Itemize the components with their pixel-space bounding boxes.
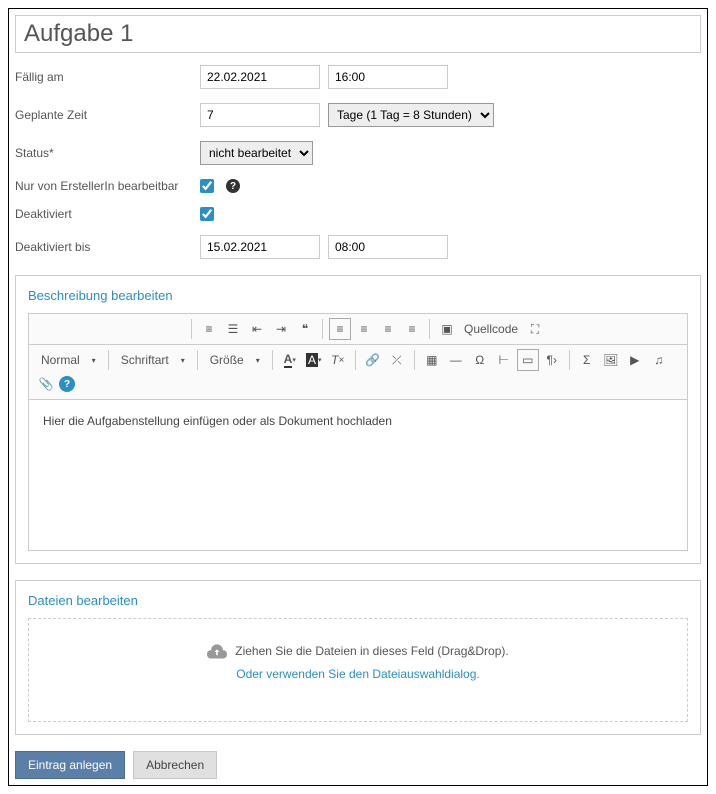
align-left-icon[interactable]: ≡ <box>329 318 351 340</box>
paragraph-format-dropdown[interactable]: Normal▾ <box>35 351 102 369</box>
file-dialog-link[interactable]: Oder verwenden Sie den Dateiauswahldialo… <box>236 667 480 681</box>
page-title: Aufgabe 1 <box>24 20 692 48</box>
status-select[interactable]: nicht bearbeitet <box>200 141 313 165</box>
attachment-icon[interactable]: 📎 <box>35 373 57 395</box>
hr-icon[interactable]: — <box>445 349 467 371</box>
special-char-icon[interactable]: Ω <box>469 349 491 371</box>
title-box: Aufgabe 1 <box>15 15 701 53</box>
audio-icon[interactable]: ♫ <box>648 349 670 371</box>
dropzone-text: Ziehen Sie die Dateien in dieses Feld (D… <box>235 644 508 658</box>
bg-color-icon[interactable]: A▾ <box>303 349 325 371</box>
table-icon[interactable]: ▦ <box>421 349 443 371</box>
page-break-icon[interactable]: ⊢ <box>493 349 515 371</box>
description-section: Beschreibung bearbeiten ≡ ☰ ⇤ ⇥ ❝ ≡ ≡ ≡ … <box>15 275 701 564</box>
indent-icon[interactable]: ⇥ <box>270 318 292 340</box>
formula-icon[interactable]: Σ <box>576 349 598 371</box>
cancel-button[interactable]: Abbrechen <box>133 751 217 779</box>
owner-only-label: Nur von ErstellerIn bearbeitbar <box>15 179 200 193</box>
files-title: Dateien bearbeiten <box>28 593 688 608</box>
blockquote-icon[interactable]: ❝ <box>294 318 316 340</box>
editor-help-icon[interactable]: ? <box>59 376 75 392</box>
align-justify-icon[interactable]: ≡ <box>401 318 423 340</box>
maximize-icon[interactable]: ⛶ <box>524 318 546 340</box>
size-dropdown[interactable]: Größe▾ <box>204 351 266 369</box>
file-dropzone[interactable]: Ziehen Sie die Dateien in dieses Feld (D… <box>28 618 688 722</box>
numbered-list-icon[interactable]: ≡ <box>198 318 220 340</box>
status-label: Status* <box>15 146 200 160</box>
rich-text-editor: ≡ ☰ ⇤ ⇥ ❝ ≡ ≡ ≡ ≡ ▣ Quellcode ⛶ Normal▾ … <box>28 313 688 551</box>
bullet-list-icon[interactable]: ☰ <box>222 318 244 340</box>
video-icon[interactable]: ▶ <box>624 349 646 371</box>
due-date-label: Fällig am <box>15 70 200 84</box>
align-right-icon[interactable]: ≡ <box>377 318 399 340</box>
deactivated-until-date-input[interactable] <box>200 235 320 259</box>
text-color-icon[interactable]: A▾ <box>279 349 301 371</box>
outdent-icon[interactable]: ⇤ <box>246 318 268 340</box>
image-icon[interactable]: 🖼 <box>600 349 622 371</box>
submit-button[interactable]: Eintrag anlegen <box>15 751 125 779</box>
description-title: Beschreibung bearbeiten <box>28 288 688 303</box>
link-icon[interactable]: 🔗 <box>362 349 384 371</box>
planned-time-label: Geplante Zeit <box>15 108 200 122</box>
deactivated-label: Deaktiviert <box>15 207 200 221</box>
source-label[interactable]: Quellcode <box>460 322 522 336</box>
source-icon[interactable]: ▣ <box>436 318 458 340</box>
due-date-input[interactable] <box>200 65 320 89</box>
align-center-icon[interactable]: ≡ <box>353 318 375 340</box>
editor-text: Hier die Aufgabenstellung einfügen oder … <box>43 414 392 428</box>
show-blocks-icon[interactable]: ▭ <box>517 349 539 371</box>
due-time-input[interactable] <box>328 65 448 89</box>
unlink-icon[interactable]: ⤫ <box>386 349 408 371</box>
cloud-upload-icon <box>207 643 227 659</box>
deactivated-checkbox[interactable] <box>200 207 214 221</box>
planned-unit-select[interactable]: Tage (1 Tag = 8 Stunden) <box>328 103 494 127</box>
help-icon[interactable]: ? <box>226 179 240 193</box>
editor-content-area[interactable]: Hier die Aufgabenstellung einfügen oder … <box>29 400 687 550</box>
planned-time-input[interactable] <box>200 103 320 127</box>
ltr-icon[interactable]: ¶› <box>541 349 563 371</box>
files-section: Dateien bearbeiten Ziehen Sie die Dateie… <box>15 580 701 735</box>
deactivated-until-label: Deaktiviert bis <box>15 240 200 254</box>
owner-only-checkbox[interactable] <box>200 179 214 193</box>
clear-format-icon[interactable]: T× <box>327 349 349 371</box>
deactivated-until-time-input[interactable] <box>328 235 448 259</box>
font-dropdown[interactable]: Schriftart▾ <box>115 351 191 369</box>
